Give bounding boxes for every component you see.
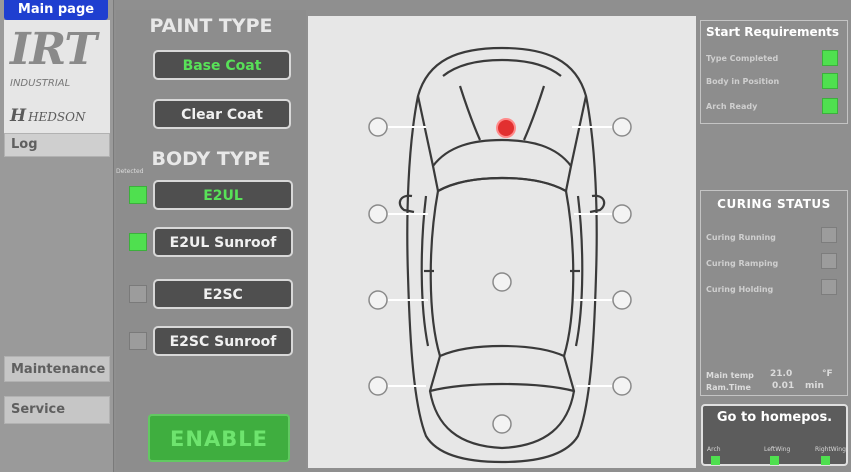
- maintenance-button[interactable]: Maintenance: [4, 356, 110, 382]
- arch-position-label: Arch: [707, 446, 721, 453]
- e2ul-button[interactable]: E2UL: [153, 180, 293, 210]
- sensor-right-3-icon: [612, 290, 632, 310]
- e2ul-sunroof-detected-indicator: [129, 233, 147, 251]
- body-in-position-label: Body in Position: [706, 77, 780, 86]
- e2sc-sunroof-button[interactable]: E2SC Sunroof: [153, 326, 293, 356]
- detected-label: Detected: [116, 168, 144, 175]
- e2sc-detected-indicator: [129, 285, 147, 303]
- company-logo: IRT INDUSTRIAL H HEDSON: [4, 20, 110, 133]
- curing-ramping-indicator: [821, 253, 837, 269]
- industrial-logo-text: INDUSTRIAL: [10, 78, 71, 89]
- hedson-logo: H HEDSON: [10, 106, 86, 126]
- left-wing-position-label: LeftWing: [764, 446, 791, 453]
- sensor-left-1-icon: [368, 117, 388, 137]
- right-wing-position-label: RightWing: [815, 446, 846, 453]
- irt-logo-text: IRT: [10, 24, 97, 75]
- log-button[interactable]: Log: [4, 133, 110, 157]
- enable-button[interactable]: ENABLE: [148, 414, 290, 462]
- curing-holding-indicator: [821, 279, 837, 295]
- type-completed-label: Type Completed: [706, 54, 779, 63]
- arch-ready-indicator: [822, 98, 838, 114]
- start-requirements-title: Start Requirements: [706, 25, 840, 39]
- e2sc-button[interactable]: E2SC: [153, 279, 293, 309]
- sensor-right-1-icon: [612, 117, 632, 137]
- car-outline: [398, 46, 606, 464]
- paint-type-heading: PAINT TYPE: [149, 15, 273, 37]
- curing-running-label: Curing Running: [706, 233, 776, 242]
- left-wing-position-indicator: [770, 456, 779, 465]
- type-completed-indicator: [822, 50, 838, 66]
- curing-running-indicator: [821, 227, 837, 243]
- right-wing-position-indicator: [821, 456, 830, 465]
- e2sc-sunroof-detected-indicator: [129, 332, 147, 350]
- sensor-left-2-icon: [368, 204, 388, 224]
- car-view-panel: [308, 16, 696, 468]
- car-top-view-diagram: [368, 46, 632, 464]
- body-type-heading: BODY TYPE: [151, 148, 271, 170]
- sensor-center-icon: [492, 272, 512, 292]
- curing-ramping-label: Curing Ramping: [706, 259, 779, 268]
- main-page-tab[interactable]: Main page: [4, 0, 108, 20]
- sensor-rear-icon: [492, 414, 512, 434]
- sensor-right-4-icon: [612, 376, 632, 396]
- ramp-time-value: 0.01: [772, 381, 795, 391]
- service-button[interactable]: Service: [4, 396, 110, 424]
- arch-position-indicator: [711, 456, 720, 465]
- e2ul-detected-indicator: [129, 186, 147, 204]
- clear-coat-button[interactable]: Clear Coat: [153, 99, 291, 129]
- curing-holding-label: Curing Holding: [706, 285, 774, 294]
- main-temp-label: Main temp: [706, 371, 754, 380]
- ramp-time-label: Ram.Time: [706, 383, 751, 392]
- hedson-logo-text: HEDSON: [28, 110, 86, 124]
- sensor-left-3-icon: [368, 290, 388, 310]
- sensor-right-2-icon: [612, 204, 632, 224]
- go-to-homepos-label: Go to homepos.: [716, 410, 833, 425]
- body-in-position-indicator: [822, 73, 838, 89]
- curing-status-title: CURING STATUS: [717, 197, 831, 211]
- sensor-active-red-icon: [496, 118, 516, 138]
- ramp-time-unit: min: [805, 381, 824, 391]
- main-temp-unit: °F: [822, 369, 833, 379]
- base-coat-button[interactable]: Base Coat: [153, 50, 291, 80]
- sensor-left-4-icon: [368, 376, 388, 396]
- arch-ready-label: Arch Ready: [706, 102, 758, 111]
- main-temp-value: 21.0: [770, 369, 793, 379]
- e2ul-sunroof-button[interactable]: E2UL Sunroof: [153, 227, 293, 257]
- go-to-homepos-button[interactable]: Go to homepos. Arch LeftWing RightWing: [701, 404, 848, 466]
